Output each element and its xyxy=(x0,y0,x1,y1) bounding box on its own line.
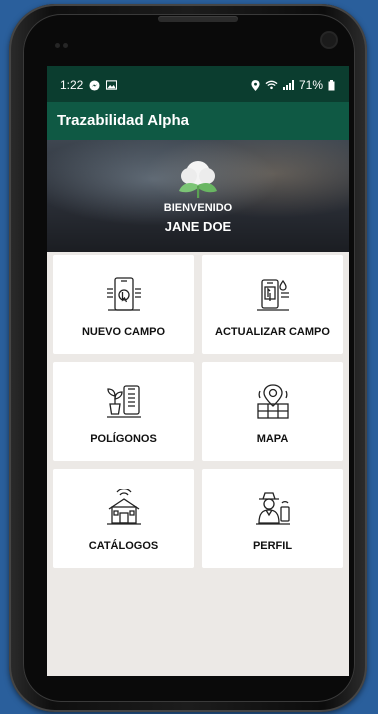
farm-house-icon xyxy=(106,489,141,525)
menu-tile-mapa[interactable]: MAPA xyxy=(202,362,343,461)
app-bar: Trazabilidad Alpha xyxy=(47,102,349,140)
menu-label: CATÁLOGOS xyxy=(88,540,159,552)
user-name: JANE DOE xyxy=(164,219,232,234)
menu-label: ACTUALIZAR CAMPO xyxy=(215,326,330,338)
location-icon xyxy=(251,79,260,91)
battery-icon xyxy=(328,79,335,90)
facebook-messenger-icon xyxy=(89,79,100,91)
image-icon xyxy=(106,80,118,90)
status-time: 1:22 xyxy=(60,78,84,92)
menu-label: PERFIL xyxy=(252,540,293,552)
welcome-text: BIENVENIDO xyxy=(163,202,233,214)
signal-icon xyxy=(282,80,294,90)
front-sensors xyxy=(55,35,73,48)
menu-label: MAPA xyxy=(256,433,289,445)
app-screen: 1:22 71% Trazabilidad Alpha BIENVENIDO J… xyxy=(47,66,349,676)
wifi-icon xyxy=(265,80,278,90)
menu-tile-poligonos[interactable]: POLÍGONOS xyxy=(53,362,194,461)
speaker-grille xyxy=(158,16,238,22)
battery-percentage: 71% xyxy=(298,78,323,92)
menu-tile-catalogos[interactable]: CATÁLOGOS xyxy=(53,469,194,568)
menu-tile-actualizar-campo[interactable]: ACTUALIZAR CAMPO xyxy=(202,255,343,354)
front-camera xyxy=(322,33,336,47)
menu-tile-nuevo-campo[interactable]: NUEVO CAMPO xyxy=(53,255,194,354)
phone-touch-icon xyxy=(106,277,141,311)
menu-label: NUEVO CAMPO xyxy=(81,326,166,338)
menu-tile-perfil[interactable]: PERFIL xyxy=(202,469,343,568)
status-bar: 1:22 71% xyxy=(47,66,349,102)
app-title: Trazabilidad Alpha xyxy=(57,112,189,129)
welcome-banner: BIENVENIDO JANE DOE xyxy=(47,140,349,252)
farmer-icon xyxy=(255,492,290,525)
plant-phone-icon xyxy=(106,385,141,418)
map-pin-icon xyxy=(256,384,289,419)
cotton-plant-logo xyxy=(179,161,217,198)
menu-label: POLÍGONOS xyxy=(90,433,157,445)
phone-update-icon xyxy=(256,279,289,311)
